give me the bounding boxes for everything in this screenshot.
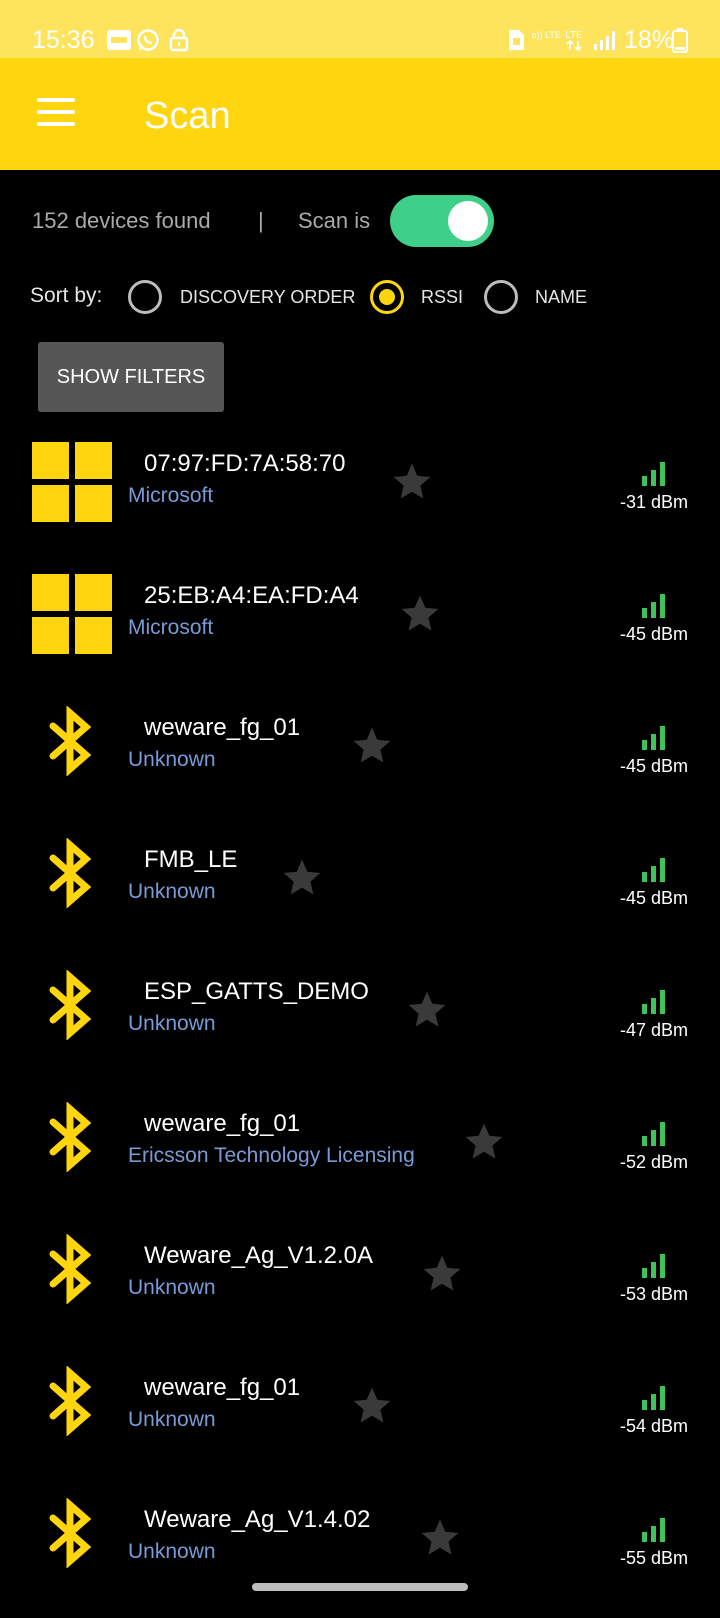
scan-toggle[interactable]	[390, 195, 494, 247]
device-row[interactable]: ESP_GATTS_DEMO Unknown -47 dBm	[0, 958, 720, 1090]
radio-discovery-order[interactable]	[128, 280, 162, 314]
radio-label-name[interactable]: NAME	[535, 287, 587, 308]
device-vendor: Unknown	[128, 748, 216, 771]
device-name: Weware_Ag_V1.4.02	[144, 1506, 371, 1533]
device-rssi: -45 dBm	[619, 756, 688, 776]
device-vendor: Unknown	[128, 1408, 216, 1431]
device-name: 07:97:FD:7A:58:70	[144, 450, 346, 477]
show-filters-button[interactable]: SHOW FILTERS	[38, 342, 224, 412]
favorite-star-icon[interactable]	[350, 724, 394, 768]
bluetooth-icon	[49, 1102, 92, 1172]
signal-strength-icon	[642, 1386, 665, 1410]
favorite-star-icon[interactable]	[350, 1384, 394, 1428]
page-title: Scan	[144, 95, 231, 137]
device-name: FMB_LE	[144, 846, 238, 873]
svg-text:LTE: LTE	[565, 30, 583, 41]
navigation-handle[interactable]	[252, 1583, 468, 1591]
scan-summary: 152 devices found | Scan is	[32, 208, 370, 234]
device-rssi: -54 dBm	[619, 1416, 688, 1436]
device-rssi: -55 dBm	[619, 1548, 688, 1568]
device-name: ESP_GATTS_DEMO	[144, 978, 369, 1005]
whatsapp-icon	[137, 29, 159, 51]
favorite-star-icon[interactable]	[420, 1252, 464, 1296]
signal-strength-icon	[642, 1254, 665, 1278]
device-rssi: -45 dBm	[619, 624, 688, 644]
device-vendor: Unknown	[128, 880, 216, 903]
device-vendor: Unknown	[128, 1012, 216, 1035]
device-row[interactable]: 07:97:FD:7A:58:70 Microsoft -31 dBm	[0, 430, 720, 562]
device-name: weware_fg_01	[144, 714, 301, 741]
battery-percentage: 18%	[624, 26, 675, 54]
toggle-knob	[448, 201, 488, 241]
bluetooth-icon	[49, 838, 92, 908]
device-vendor: Microsoft	[128, 616, 214, 639]
bluetooth-icon	[49, 1234, 92, 1304]
device-rssi: -52 dBm	[619, 1152, 688, 1172]
favorite-star-icon[interactable]	[405, 988, 449, 1032]
signal-strength-icon	[642, 726, 665, 750]
lte-icon: LTE	[565, 30, 583, 52]
favorite-star-icon[interactable]	[462, 1120, 506, 1164]
svg-text:Vo)) LTE1: Vo)) LTE1	[532, 30, 560, 40]
battery-icon	[672, 28, 688, 53]
signal-strength-icon	[642, 594, 665, 618]
device-rssi: -31 dBm	[619, 492, 688, 512]
device-row[interactable]: Weware_Ag_V1.4.02 Unknown -55 dBm	[0, 1486, 720, 1618]
device-row[interactable]: weware_fg_01 Unknown -45 dBm	[0, 694, 720, 826]
separator: |	[258, 208, 264, 233]
sort-by-label: Sort by:	[30, 284, 103, 307]
device-vendor: Ericsson Technology Licensing	[128, 1144, 415, 1167]
device-name: weware_fg_01	[144, 1110, 301, 1137]
signal-strength-icon	[642, 990, 665, 1014]
device-row[interactable]: Weware_Ag_V1.2.0A Unknown -53 dBm	[0, 1222, 720, 1354]
device-row[interactable]: 25:EB:A4:EA:FD:A4 Microsoft -45 dBm	[0, 562, 720, 694]
device-rssi: -47 dBm	[619, 1020, 688, 1040]
scan-status-label: Scan is	[298, 208, 371, 233]
device-name: 25:EB:A4:EA:FD:A4	[144, 582, 359, 609]
device-row[interactable]: weware_fg_01 Ericsson Technology Licensin…	[0, 1090, 720, 1222]
status-time: 15:36	[32, 26, 95, 54]
notification-icon	[107, 30, 131, 50]
favorite-star-icon[interactable]	[390, 460, 434, 504]
favorite-star-icon[interactable]	[280, 856, 324, 900]
device-rssi: -53 dBm	[619, 1284, 688, 1304]
devices-found-count: 152 devices found	[32, 208, 211, 233]
radio-label-discovery-order[interactable]: DISCOVERY ORDER	[180, 287, 355, 308]
app-bar: Scan	[0, 58, 720, 170]
device-name: weware_fg_01	[144, 1374, 301, 1401]
device-rssi: -45 dBm	[619, 888, 688, 908]
signal-icon	[594, 31, 615, 50]
bluetooth-icon	[49, 1366, 92, 1436]
signal-strength-icon	[642, 1518, 665, 1542]
bluetooth-icon	[49, 1498, 92, 1568]
windows-logo-icon	[32, 442, 112, 522]
sim-icon	[509, 30, 524, 50]
signal-strength-icon	[642, 1122, 665, 1146]
device-vendor: Unknown	[128, 1276, 216, 1299]
radio-name[interactable]	[484, 280, 518, 314]
device-row[interactable]: weware_fg_01 Unknown -54 dBm	[0, 1354, 720, 1486]
device-row[interactable]: FMB_LE Unknown -45 dBm	[0, 826, 720, 958]
favorite-star-icon[interactable]	[418, 1516, 462, 1560]
status-bar: 15:36 Vo)) LTE1 LTE 18%	[0, 0, 720, 58]
signal-strength-icon	[642, 462, 665, 486]
bluetooth-icon	[49, 706, 92, 776]
lock-icon	[169, 28, 189, 52]
radio-label-rssi[interactable]: RSSI	[421, 287, 463, 308]
device-name: Weware_Ag_V1.2.0A	[144, 1242, 374, 1269]
bluetooth-icon	[49, 970, 92, 1040]
volte-icon: Vo)) LTE1	[532, 30, 560, 40]
windows-logo-icon	[32, 574, 112, 654]
favorite-star-icon[interactable]	[398, 592, 442, 636]
radio-rssi[interactable]	[370, 280, 404, 314]
hamburger-menu-icon[interactable]	[37, 98, 75, 130]
device-vendor: Microsoft	[128, 484, 214, 507]
signal-strength-icon	[642, 858, 665, 882]
device-vendor: Unknown	[128, 1540, 216, 1563]
